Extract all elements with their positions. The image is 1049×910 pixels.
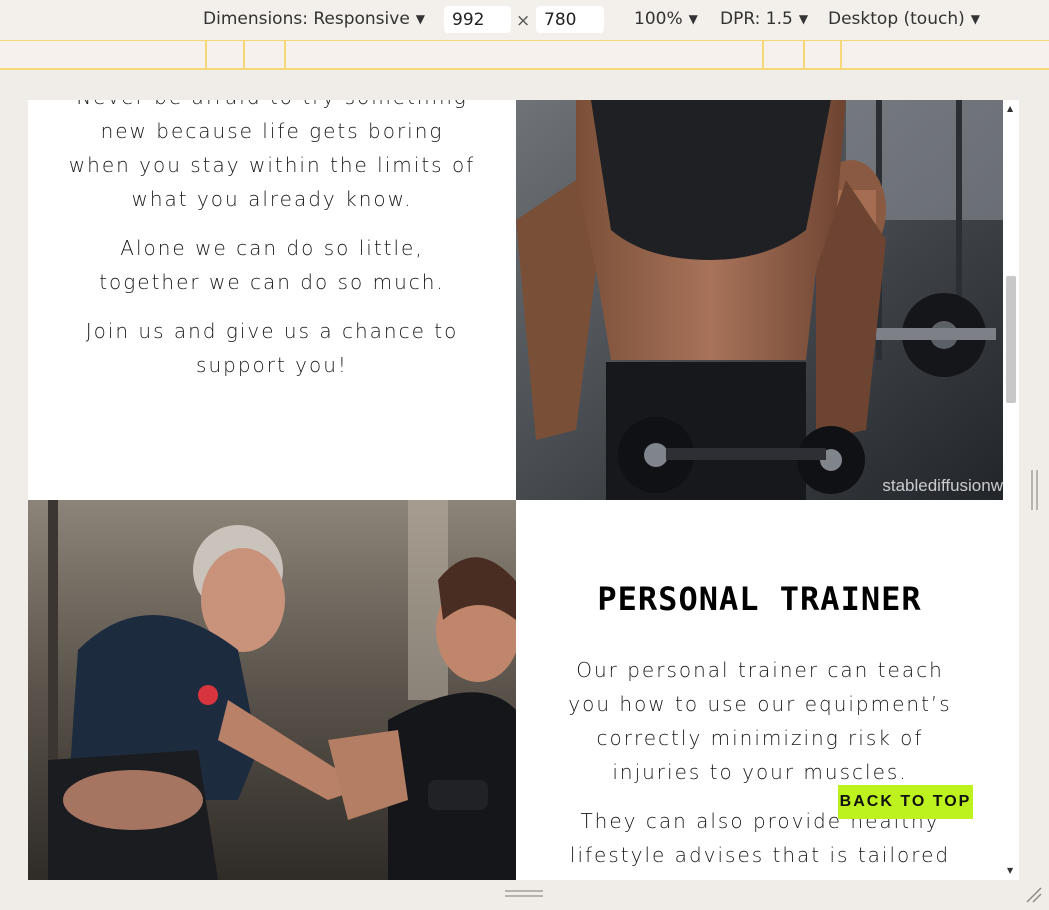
intro-paragraph: Join us and give us a chance to support … bbox=[85, 319, 459, 377]
media-query-divider bbox=[840, 41, 842, 69]
page-scrollbar[interactable]: ▲ ▼ bbox=[1003, 100, 1019, 880]
trainer-illustration bbox=[28, 500, 516, 880]
chevron-down-icon: ▼ bbox=[798, 12, 809, 26]
dpr-dropdown[interactable]: DPR: 1.5 ▼ bbox=[720, 9, 808, 29]
media-query-bar[interactable] bbox=[0, 40, 1049, 70]
trainer-paragraph: Our personal trainer can teach you how t… bbox=[568, 658, 952, 784]
height-input[interactable]: 780 bbox=[536, 6, 604, 33]
corner-resize-icon[interactable] bbox=[1025, 886, 1043, 904]
intro-text: Never be afraid to try something new bec… bbox=[68, 100, 476, 397]
scroll-up-icon[interactable]: ▲ bbox=[1007, 104, 1013, 113]
intro-paragraph: Never be afraid to try something new bec… bbox=[68, 100, 476, 211]
media-query-divider bbox=[803, 41, 805, 69]
trainer-text: Our personal trainer can teach you how t… bbox=[556, 653, 964, 880]
width-input[interactable]: 992 bbox=[444, 6, 511, 33]
back-to-top-button[interactable]: BACK TO TOP bbox=[838, 785, 973, 819]
times-icon: × bbox=[516, 11, 531, 31]
chevron-down-icon: ▼ bbox=[970, 12, 980, 26]
chevron-down-icon: ▼ bbox=[415, 12, 426, 26]
chevron-down-icon: ▼ bbox=[688, 12, 698, 26]
intro-paragraph: Alone we can do so little, together we c… bbox=[99, 236, 445, 294]
dimensions-dropdown[interactable]: Dimensions: Responsive ▼ bbox=[203, 9, 425, 29]
media-query-divider bbox=[243, 41, 245, 69]
media-query-divider bbox=[284, 41, 286, 69]
bottom-resize-handle[interactable] bbox=[505, 890, 543, 900]
device-mode-dropdown[interactable]: Desktop (touch) ▼ bbox=[828, 9, 980, 29]
page-viewport: Never be afraid to try something new bec… bbox=[28, 100, 1003, 880]
image-watermark: stablediffusionw bbox=[882, 476, 1003, 495]
media-query-divider bbox=[762, 41, 764, 69]
dimensions-label: Dimensions: Responsive bbox=[203, 9, 410, 29]
media-query-divider bbox=[205, 41, 207, 69]
device-mode-label: Desktop (touch) bbox=[828, 9, 965, 29]
fitness-woman-illustration bbox=[516, 100, 1003, 500]
scroll-down-icon[interactable]: ▼ bbox=[1007, 866, 1013, 875]
zoom-label: 100% bbox=[634, 9, 683, 29]
devtools-toolbar: Dimensions: Responsive ▼ 992 × 780 100% … bbox=[0, 0, 1049, 40]
scrollbar-thumb[interactable] bbox=[1006, 276, 1016, 403]
dpr-label: DPR: 1.5 bbox=[720, 9, 793, 29]
zoom-dropdown[interactable]: 100% ▼ bbox=[634, 9, 698, 29]
fitness-woman-image: stablediffusionw bbox=[516, 100, 1003, 500]
section-heading: PERSONAL TRAINER bbox=[597, 580, 922, 618]
right-resize-handle[interactable] bbox=[1031, 470, 1039, 510]
personal-trainer-image bbox=[28, 500, 516, 880]
